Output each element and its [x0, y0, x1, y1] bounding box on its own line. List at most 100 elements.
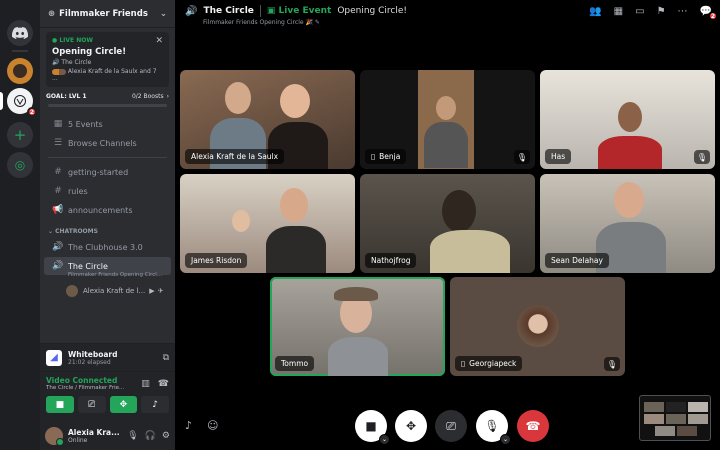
edit-icon[interactable]: ✎ [315, 19, 320, 26]
close-icon[interactable]: ✕ [155, 36, 163, 46]
channel-getting-started[interactable]: # getting-started [44, 163, 171, 181]
microphone-icon[interactable]: 🎙 [127, 431, 138, 441]
video-tile[interactable]: ▯ Benja 🎙 [360, 70, 535, 169]
mini-tile [666, 402, 686, 412]
add-friend-icon[interactable]: 👥 [589, 6, 601, 17]
channel-title: The Circle [203, 6, 254, 16]
server-icon-filmmaker-friends[interactable]: 2 [7, 88, 37, 117]
participant-body [430, 230, 510, 273]
signal-icon[interactable]: ▥ [141, 379, 150, 389]
hashtag-icon: # [54, 186, 62, 196]
channel-announcements[interactable]: 📢 announcements [44, 201, 171, 219]
avatar[interactable] [45, 426, 64, 446]
video-stage: 🔊 The Circle ▣ Live Event Opening Circle… [175, 0, 720, 450]
filmmaker-friends-logo-icon [14, 95, 26, 107]
video-tile[interactable]: Alexia Kraft de la Saulx [180, 70, 355, 169]
event-name: Opening Circle! [337, 6, 408, 16]
inbox-icon[interactable]: ▭ [635, 6, 644, 17]
chevron-down-icon[interactable]: ⌄ [379, 434, 390, 445]
camera-toggle-button[interactable]: ■ [46, 396, 74, 413]
screen-share-icon: ⎚ [88, 399, 96, 410]
server-header[interactable]: ⊛ Filmmaker Friends ⌄ [40, 0, 175, 28]
chevron-right-icon: › [166, 93, 169, 100]
mini-tile [688, 414, 708, 424]
server-icon-avatar[interactable] [7, 58, 33, 84]
browse-label: Browse Channels [68, 138, 137, 148]
whiteboard-activity[interactable]: ◢ Whiteboard 21:02 elapsed ⧉ [40, 343, 175, 371]
voice-channel-clubhouse[interactable]: 🔊 The Clubhouse 3.0 [44, 238, 171, 256]
bookmark-icon[interactable]: ⚑ [657, 6, 666, 17]
rocket-icon: ✈ [157, 287, 164, 295]
video-tile[interactable]: ▯ Georgiapeck 🎙 [450, 277, 625, 376]
live-event-card[interactable]: ● LIVE NOW Opening Circle! 🔊 The Circle … [46, 32, 169, 87]
activities-icon: ✥ [119, 399, 128, 410]
screen-share-button[interactable]: ⎚ [77, 396, 106, 413]
video-tile[interactable]: Nathojfrog [360, 174, 535, 273]
avatar [66, 285, 78, 297]
header-toolbar: 👥 ▦ ▭ ⚑ ⋯ 💬 2 [589, 6, 718, 21]
disconnect-button[interactable]: ☎ [517, 410, 549, 442]
video-tile[interactable]: Has 🎙 [540, 70, 715, 169]
participant-name-label: Nathojfrog [365, 253, 417, 268]
activities-button[interactable]: ✥ [395, 410, 427, 442]
picture-in-picture-preview[interactable] [639, 395, 711, 441]
layout-icon[interactable]: ▦ [614, 6, 623, 17]
participant-face [280, 84, 310, 118]
speaker-icon: 🔊 [185, 5, 198, 17]
mini-tile [644, 414, 664, 424]
voice-member[interactable]: Alexia Kraft de l... ▶ ✈ [40, 283, 175, 299]
participant-face [280, 188, 308, 222]
browse-channels-item[interactable]: ☰ Browse Channels [44, 134, 171, 152]
gear-icon[interactable]: ⚙ [162, 431, 170, 441]
active-server-indicator [0, 92, 3, 110]
video-tile[interactable]: Sean Delahay [540, 174, 715, 273]
participant-name-label: James Risdon [185, 253, 248, 268]
whiteboard-info: Whiteboard 21:02 elapsed [68, 350, 118, 366]
participant-body [424, 122, 468, 168]
discord-home-button[interactable] [7, 20, 33, 46]
chevron-down-icon[interactable]: ⌄ [500, 434, 511, 445]
live-event-tag[interactable]: ▣ Live Event [267, 6, 331, 16]
community-icon: ⊛ [48, 8, 56, 19]
soundboard-button[interactable]: ♪ [141, 396, 169, 413]
activities-icon: ✥ [405, 419, 417, 433]
screen-share-button[interactable]: ⎚ [435, 410, 467, 442]
channel-subtitle-text: Filmmaker Friends Opening Circle 🎉 [203, 19, 313, 26]
soundboard-icon[interactable]: ♪ [185, 419, 192, 432]
list-icon: ☰ [53, 138, 63, 148]
microphone-icon: 🎙 [484, 419, 500, 433]
voice-channel-subtitle: Filmmaker Friends Opening Circl... [68, 272, 163, 278]
mini-tile [655, 426, 675, 436]
chevron-down-icon: ⌄ [159, 8, 167, 19]
activities-button[interactable]: ✥ [109, 396, 138, 413]
hang-up-icon: ☎ [525, 419, 541, 433]
video-tile[interactable]: James Risdon [180, 174, 355, 273]
disconnect-icon[interactable]: ☎ [158, 379, 169, 389]
plus-icon: + [13, 126, 27, 144]
user-info[interactable]: Alexia Kra... Online [68, 428, 120, 444]
boost-goal[interactable]: GOAL: LVL 1 0/2 Boosts › [46, 93, 169, 100]
soundboard-icon: ♪ [152, 399, 158, 410]
camera-icon: ■ [365, 419, 377, 433]
headphones-icon[interactable]: 🎧 [145, 431, 156, 441]
channel-rules[interactable]: # rules [44, 182, 171, 200]
camera-button[interactable]: ■ ⌄ [355, 410, 390, 445]
camera-icon: ▶ [149, 287, 155, 295]
participant-face [232, 210, 250, 232]
explore-servers-button[interactable]: ◎ [7, 152, 33, 178]
category-chatrooms[interactable]: ⌄ CHATROOMS [40, 220, 175, 237]
more-icon[interactable]: ⋯ [678, 6, 688, 17]
popout-icon[interactable]: ⧉ [163, 353, 169, 363]
add-server-button[interactable]: + [7, 122, 33, 148]
phone-icon: ▯ [461, 359, 466, 368]
voice-channel-label: The Circle [68, 261, 108, 271]
rail-separator [12, 50, 28, 52]
microphone-button[interactable]: 🎙 ⌄ [476, 410, 511, 445]
events-item[interactable]: ▦ 5 Events [44, 115, 171, 133]
emoji-icon[interactable]: ☺ [207, 419, 218, 432]
megaphone-icon: 📢 [52, 205, 64, 215]
mini-tile [688, 402, 708, 412]
voice-connection-info: Video Connected The Circle / Filmmaker F… [46, 376, 141, 391]
video-tile-active-speaker[interactable]: Tommo [270, 277, 445, 376]
chat-icon[interactable]: 💬 2 [700, 6, 718, 21]
